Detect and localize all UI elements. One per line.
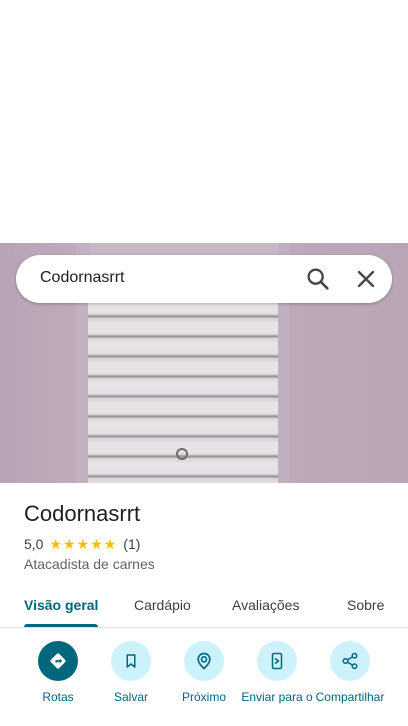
place-category: Atacadista de carnes [24, 556, 155, 572]
directions-label: Rotas [42, 690, 74, 704]
star-icon: ★ [76, 536, 90, 552]
blank-header-area [0, 0, 408, 243]
directions-button[interactable]: Rotas [18, 641, 98, 704]
star-icon: ★ [90, 536, 103, 552]
shutter-lock [176, 448, 188, 460]
nearby-button[interactable]: Próximo [164, 641, 244, 704]
tab-reviews[interactable]: Avaliações [232, 597, 299, 613]
share-label: Compartilhar [315, 690, 385, 704]
star-icon: ★ [49, 536, 63, 552]
save-label: Salvar [113, 690, 148, 704]
place-info-panel: Codornasrrt 5,0 ★ ★ ★ ★ ★ (1) Atacadista… [0, 483, 408, 726]
send-to-phone-button[interactable]: Enviar para o [237, 641, 317, 704]
star-icon: ★ [103, 536, 117, 552]
close-icon[interactable] [352, 265, 380, 293]
tab-menu[interactable]: Cardápio [134, 597, 191, 613]
search-icon[interactable] [304, 265, 332, 293]
send-to-phone-icon [257, 641, 297, 681]
active-tab-indicator [24, 624, 98, 627]
save-button[interactable]: Salvar [91, 641, 171, 704]
bookmark-icon [111, 641, 151, 681]
action-buttons: Rotas Salvar Próximo Enviar para o Compa… [0, 641, 408, 726]
rating-row[interactable]: 5,0 ★ ★ ★ ★ ★ (1) [24, 536, 140, 552]
rating-value: 5,0 [24, 536, 44, 552]
search-bar[interactable]: Codornasrrt [16, 255, 392, 303]
tab-bar: Visão geral Cardápio Avaliações Sobre [0, 589, 408, 628]
nearby-label: Próximo [181, 690, 226, 704]
tab-overview[interactable]: Visão geral [24, 597, 98, 613]
share-button[interactable]: Compartilhar [310, 641, 390, 704]
tab-about[interactable]: Sobre [347, 597, 384, 613]
nearby-icon [184, 641, 224, 681]
review-count[interactable]: (1) [123, 536, 140, 552]
place-name: Codornasrrt [24, 501, 141, 526]
search-input[interactable]: Codornasrrt [40, 269, 124, 287]
send-to-phone-label: Enviar para o [241, 690, 313, 704]
directions-icon [38, 641, 78, 681]
star-icon: ★ [63, 536, 76, 552]
share-icon [330, 641, 370, 681]
star-rating: ★ ★ ★ ★ ★ [49, 537, 117, 551]
